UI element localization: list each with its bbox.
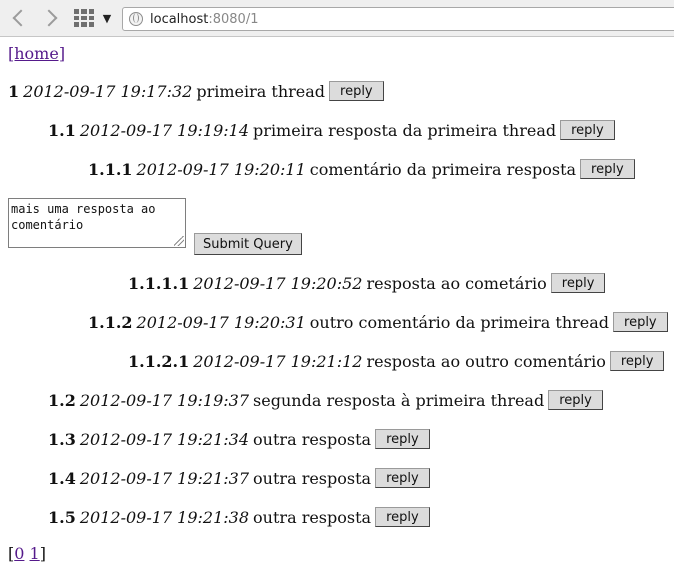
reply-button[interactable]: reply [375, 429, 430, 449]
reply-button[interactable]: reply [375, 507, 430, 527]
comment-1-1-2-1: 1.1.2.1 2012-09-17 19:21:12 resposta ao … [128, 350, 665, 372]
submit-query-button[interactable]: Submit Query [194, 233, 302, 255]
comment-timestamp: 2012-09-17 19:21:37 [79, 468, 250, 488]
comment-1-1-2: 1.1.2 2012-09-17 19:20:31 outro comentár… [88, 311, 668, 333]
dropdown-button[interactable]: ▼ [100, 6, 114, 30]
home-link[interactable]: [home] [8, 44, 65, 63]
comment-number: 1 [8, 81, 20, 101]
comment-timestamp: 2012-09-17 19:19:37 [79, 390, 250, 410]
forward-button[interactable] [38, 6, 64, 30]
resize-handle-icon[interactable] [174, 236, 184, 246]
url-bar[interactable]: localhost:8080/1 [122, 7, 674, 31]
reply-button[interactable]: reply [580, 159, 635, 179]
comment-timestamp: 2012-09-17 19:21:38 [79, 507, 250, 527]
comment-1-1: 1.1 2012-09-17 19:19:14 primeira respost… [48, 119, 615, 141]
comment-text: primeira thread [196, 81, 326, 101]
comment-timestamp: 2012-09-17 19:17:32 [23, 81, 193, 101]
pagination: [0 1] [8, 544, 46, 563]
comment-text: resposta ao outro comentário [366, 351, 606, 371]
reply-button[interactable]: reply [613, 312, 668, 332]
comment-1-1-1: 1.1.1 2012-09-17 19:20:11 comentário da … [88, 158, 635, 180]
comment-1-1-1-1: 1.1.1.1 2012-09-17 19:20:52 resposta ao … [128, 272, 606, 294]
reply-button[interactable]: reply [548, 390, 603, 410]
reply-button[interactable]: reply [609, 351, 665, 371]
globe-icon [129, 12, 143, 26]
comment-timestamp: 2012-09-17 19:20:11 [136, 159, 306, 179]
browser-toolbar: ▼ localhost:8080/1 [0, 0, 674, 37]
comment-number: 1.1.1 [88, 159, 133, 179]
page-link-0[interactable]: 0 [14, 544, 24, 563]
comment-timestamp: 2012-09-17 19:19:14 [79, 120, 250, 140]
comment-1-4: 1.4 2012-09-17 19:21:37 outra resposta r… [48, 467, 430, 489]
comment-1-3: 1.3 2012-09-17 19:21:34 outra resposta r… [48, 428, 430, 450]
comment-number: 1.1 [48, 120, 76, 140]
url-path: :8080/1 [208, 11, 259, 27]
reply-button[interactable]: reply [329, 81, 384, 101]
comment-timestamp: 2012-09-17 19:20:52 [193, 273, 363, 293]
comment-1-2: 1.2 2012-09-17 19:19:37 segunda resposta… [48, 389, 603, 411]
forward-arrow-icon [40, 9, 58, 27]
reply-textarea[interactable]: mais uma resposta ao comentário [8, 198, 186, 248]
comment-number: 1.2 [48, 390, 76, 410]
tab-grid-button[interactable] [72, 6, 96, 30]
comment-text: outro comentário da primeira thread [309, 312, 610, 332]
pagination-close-bracket: ] [39, 544, 46, 563]
comment-number: 1.1.1.1 [128, 273, 190, 293]
back-button[interactable] [6, 6, 32, 30]
comment-number: 1.1.2 [88, 312, 133, 332]
comment-text: comentário da primeira resposta [309, 159, 577, 179]
dropdown-arrow-icon: ▼ [102, 11, 112, 25]
comment-text: outra resposta [253, 468, 372, 488]
reply-button[interactable]: reply [560, 120, 615, 140]
comment-number: 1.5 [48, 507, 76, 527]
comment-timestamp: 2012-09-17 19:21:34 [79, 429, 250, 449]
comment-text: outra resposta [253, 429, 372, 449]
comment-text: resposta ao cometário [366, 273, 547, 293]
reply-button[interactable]: reply [375, 468, 430, 488]
url-host: localhost [150, 11, 209, 27]
grid-icon [74, 9, 94, 27]
comment-timestamp: 2012-09-17 19:21:12 [193, 351, 363, 371]
comment-text: outra resposta [253, 507, 372, 527]
comment-text: segunda resposta à primeira thread [253, 390, 545, 410]
comment-1-5: 1.5 2012-09-17 19:21:38 outra resposta r… [48, 506, 430, 528]
comment-1: 1 2012-09-17 19:17:32 primeira thread re… [8, 80, 384, 102]
comment-timestamp: 2012-09-17 19:20:31 [136, 312, 306, 332]
comment-number: 1.3 [48, 429, 76, 449]
comment-text: primeira resposta da primeira thread [253, 120, 557, 140]
page-link-1[interactable]: 1 [30, 544, 40, 563]
comment-number: 1.1.2.1 [128, 351, 190, 371]
reply-button[interactable]: reply [550, 273, 606, 293]
back-arrow-icon [12, 9, 30, 27]
comment-number: 1.4 [48, 468, 76, 488]
